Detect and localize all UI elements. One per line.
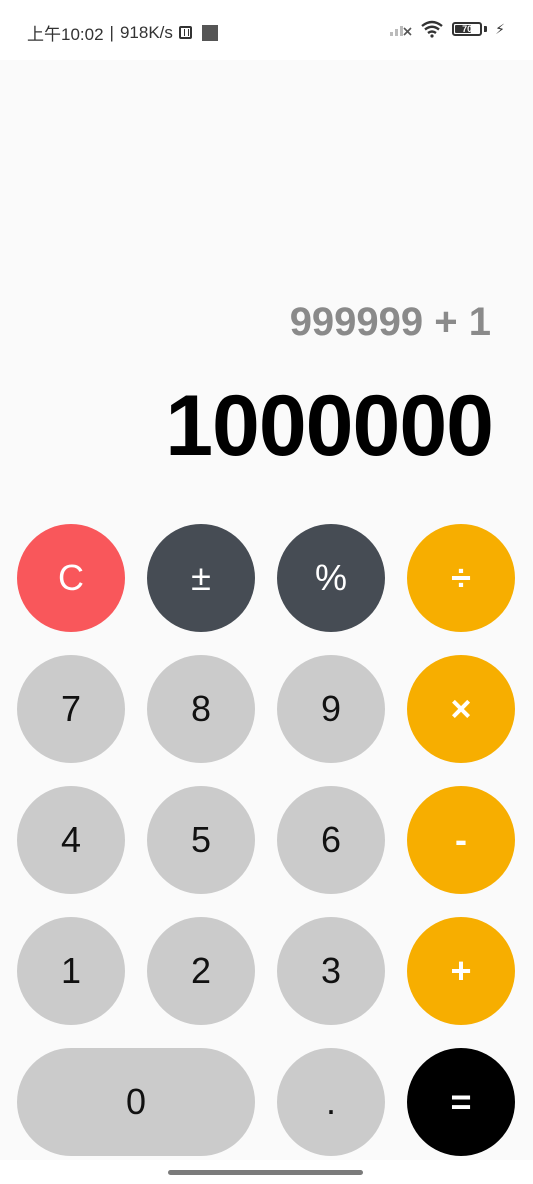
signal-icon — [390, 26, 412, 36]
digit-7-button[interactable]: 7 — [17, 655, 125, 763]
battery-tip — [484, 26, 488, 32]
sign-toggle-button[interactable]: ± — [147, 524, 255, 632]
home-indicator[interactable] — [168, 1170, 363, 1175]
digit-9-button[interactable]: 9 — [277, 655, 385, 763]
digit-6-button[interactable]: 6 — [277, 786, 385, 894]
square-icon — [201, 24, 218, 41]
decimal-button[interactable]: . — [277, 1048, 385, 1156]
keypad: C ± % ÷ 7 8 9 × 4 5 6 - 1 2 3 + 0 . = — [17, 524, 515, 1156]
multiply-button[interactable]: × — [407, 655, 515, 763]
result-display: 1000000 — [165, 378, 494, 474]
digit-5-button[interactable]: 5 — [147, 786, 255, 894]
subtract-button[interactable]: - — [407, 786, 515, 894]
digit-2-button[interactable]: 2 — [147, 917, 255, 1025]
status-left: 上午10:02 | 918K/s — [27, 20, 218, 45]
clear-button[interactable]: C — [17, 524, 125, 632]
status-bar: 上午10:02 | 918K/s 70 ⚡ — [0, 0, 533, 60]
nfc-icon — [178, 26, 192, 39]
digit-4-button[interactable]: 4 — [17, 786, 125, 894]
wifi-icon — [421, 20, 443, 38]
digit-1-button[interactable]: 1 — [17, 917, 125, 1025]
network-speed: 918K/s — [119, 22, 173, 42]
digit-0-button[interactable]: 0 — [17, 1048, 255, 1156]
battery-level: 70 — [462, 24, 473, 34]
equals-button[interactable]: = — [407, 1048, 515, 1156]
expression-display: 999999 + 1 — [289, 300, 491, 344]
digit-3-button[interactable]: 3 — [277, 917, 385, 1025]
charging-bolt-icon: ⚡ — [495, 20, 505, 37]
status-time: 上午10:02 — [27, 25, 104, 44]
status-right: 70 ⚡ — [390, 20, 505, 38]
percent-button[interactable]: % — [277, 524, 385, 632]
status-separator: | — [109, 22, 114, 42]
add-button[interactable]: + — [407, 917, 515, 1025]
divide-button[interactable]: ÷ — [407, 524, 515, 632]
digit-8-button[interactable]: 8 — [147, 655, 255, 763]
battery-icon: 70 — [452, 22, 483, 36]
